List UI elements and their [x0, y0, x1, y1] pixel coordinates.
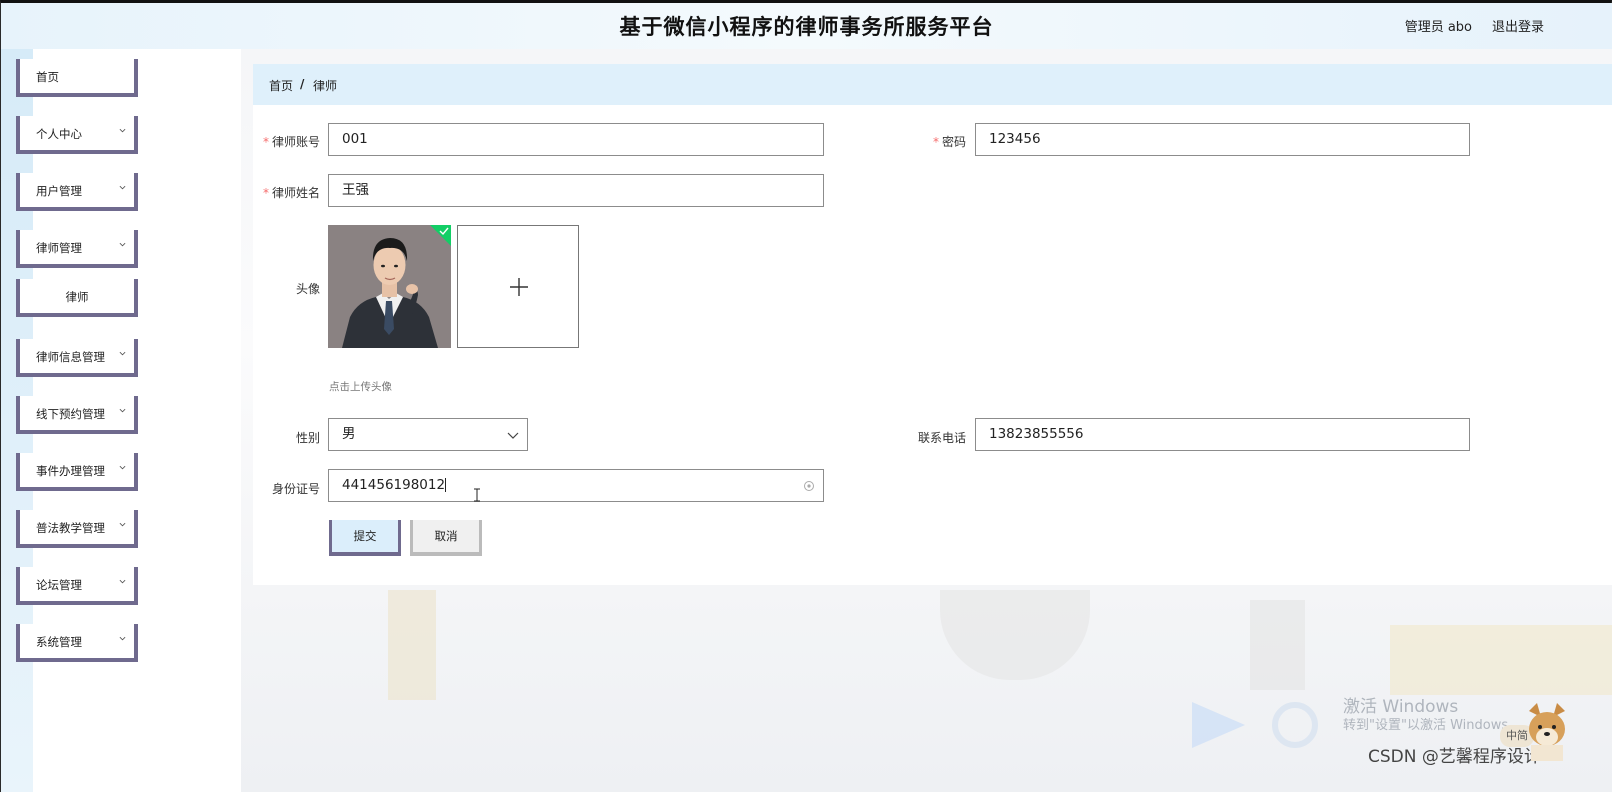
sidebar-item-home[interactable]: 首页: [16, 59, 138, 97]
breadcrumb: 首页 / 律师: [253, 64, 1612, 105]
sidebar-item-legal-education[interactable]: 普法教学管理: [16, 510, 138, 548]
password-label: * 密码: [900, 133, 966, 150]
chevron-down-icon: [119, 185, 126, 190]
background-decoration: [1250, 600, 1305, 690]
sidebar-item-offline-appointment[interactable]: 线下预约管理: [16, 396, 138, 434]
phone-label: 联系电话: [917, 431, 966, 445]
sidebar-subitem-lawyer[interactable]: 律师: [16, 279, 138, 317]
account-input[interactable]: 001: [328, 123, 824, 156]
id-number-value: 441456198012: [342, 477, 446, 493]
sidebar-item-label: 律师管理: [36, 241, 82, 255]
password-label-text: 密码: [941, 135, 966, 149]
sidebar-item-lawyer-info-management[interactable]: 律师信息管理: [16, 339, 138, 377]
chevron-down-icon: [507, 432, 519, 439]
top-header: 基于微信小程序的律师事务所服务平台 管理员 abo 退出登录: [1, 3, 1612, 49]
id-number-input[interactable]: 441456198012: [328, 469, 824, 502]
sidebar-item-label: 事件办理管理: [36, 464, 105, 478]
chevron-down-icon: [119, 242, 126, 247]
phone-input[interactable]: 13823855556: [975, 418, 1470, 451]
clear-icon[interactable]: [803, 480, 815, 492]
password-input[interactable]: 123456: [975, 123, 1470, 156]
submit-button[interactable]: 提交: [329, 520, 401, 556]
sidebar-item-label: 论坛管理: [36, 578, 82, 592]
breadcrumb-home[interactable]: 首页: [269, 77, 293, 94]
site-title: 基于微信小程序的律师事务所服务平台: [619, 15, 994, 39]
logout-link[interactable]: 退出登录: [1492, 16, 1544, 35]
sidebar-item-user-management[interactable]: 用户管理: [16, 173, 138, 211]
upload-tip: 点击上传头像: [329, 381, 392, 393]
gender-select[interactable]: 男: [328, 418, 528, 451]
chevron-down-icon: [119, 522, 126, 527]
text-cursor: [445, 478, 447, 492]
name-input[interactable]: 王强: [328, 174, 824, 207]
id-number-label: 身份证号: [271, 482, 320, 496]
sidebar-item-lawyer-management[interactable]: 律师管理: [16, 230, 138, 268]
sidebar-item-label: 个人中心: [36, 127, 82, 141]
sidebar-item-system-management[interactable]: 系统管理: [16, 624, 138, 662]
dog-mascot-icon: [1529, 703, 1565, 761]
ibeam-cursor-icon: [474, 488, 480, 502]
avatar-label: 头像: [295, 282, 320, 296]
breadcrumb-separator: /: [300, 77, 305, 91]
sidebar-item-label: 首页: [36, 70, 59, 84]
required-asterisk: *: [262, 135, 269, 149]
sidebar-item-label: 律师信息管理: [36, 350, 105, 364]
name-label: * 律师姓名: [258, 184, 320, 201]
background-decoration: [940, 590, 1090, 680]
plus-icon: [510, 278, 528, 296]
avatar-thumbnail[interactable]: [328, 225, 451, 348]
breadcrumb-current: 律师: [313, 79, 338, 93]
sidebar-item-label: 律师: [65, 290, 89, 304]
account-label-text: 律师账号: [271, 135, 320, 149]
name-label-text: 律师姓名: [271, 186, 320, 200]
admin-user-label: 管理员 abo: [1404, 20, 1472, 35]
required-asterisk: *: [262, 186, 269, 200]
gender-selected-value: 男: [342, 426, 356, 442]
sidebar-item-personal-center[interactable]: 个人中心: [16, 116, 138, 154]
chevron-down-icon: [119, 408, 126, 413]
play-logo-icon: [1192, 702, 1245, 748]
background-decoration: [388, 590, 436, 700]
cancel-button[interactable]: 取消: [410, 520, 482, 556]
circle-logo-icon: [1272, 702, 1318, 748]
chevron-down-icon: [119, 128, 126, 133]
sidebar-item-forum-management[interactable]: 论坛管理: [16, 567, 138, 605]
windows-activation-subtitle: 转到"设置"以激活 Windows。: [1343, 718, 1522, 733]
sidebar-item-case-handling[interactable]: 事件办理管理: [16, 453, 138, 491]
lawyer-portrait-image: [328, 225, 451, 348]
sidebar-item-label: 线下预约管理: [36, 407, 105, 421]
required-asterisk: *: [932, 135, 939, 149]
sidebar-item-label: 系统管理: [36, 635, 82, 649]
chevron-down-icon: [119, 465, 126, 470]
background-decoration: [1390, 625, 1612, 695]
sidebar-item-label: 普法教学管理: [36, 521, 105, 535]
chevron-down-icon: [119, 351, 126, 356]
sidebar-item-label: 用户管理: [36, 184, 82, 198]
chevron-down-icon: [119, 636, 126, 641]
gender-label: 性别: [295, 431, 320, 445]
avatar-upload-button[interactable]: [457, 225, 579, 348]
account-label: * 律师账号: [258, 133, 320, 150]
chevron-down-icon: [119, 579, 126, 584]
